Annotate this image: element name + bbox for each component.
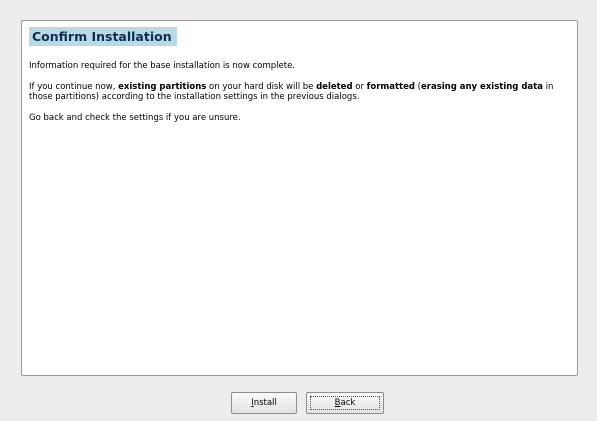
warning-paragraph: If you continue now, existing partitions… bbox=[29, 82, 574, 103]
back-label-rest: ack bbox=[340, 398, 356, 408]
back-button[interactable]: Back bbox=[306, 392, 384, 414]
install-button-label: Install bbox=[232, 393, 296, 413]
warning-text-3: or bbox=[352, 81, 367, 92]
warning-bold-formatted: formatted bbox=[366, 81, 415, 92]
dialog-body: Information required for the base instal… bbox=[29, 61, 574, 133]
warning-bold-deleted: deleted bbox=[316, 81, 353, 92]
page-title: Confirm Installation bbox=[29, 27, 177, 46]
warning-text-1: If you continue now, bbox=[29, 81, 119, 92]
install-button[interactable]: Install bbox=[231, 392, 297, 414]
warning-text-2: on your hard disk will be bbox=[206, 81, 317, 92]
install-label-rest: nstall bbox=[253, 398, 277, 408]
confirm-installation-panel: Confirm Installation Information require… bbox=[21, 20, 578, 376]
warning-bold-existing-partitions: existing partitions bbox=[118, 81, 207, 92]
advice-paragraph: Go back and check the settings if you ar… bbox=[29, 112, 241, 123]
back-button-label: Back bbox=[310, 396, 380, 410]
warning-bold-erasing-data: erasing any existing data bbox=[421, 81, 543, 92]
button-row: Install Back bbox=[0, 392, 597, 414]
info-paragraph: Information required for the base instal… bbox=[29, 61, 295, 71]
